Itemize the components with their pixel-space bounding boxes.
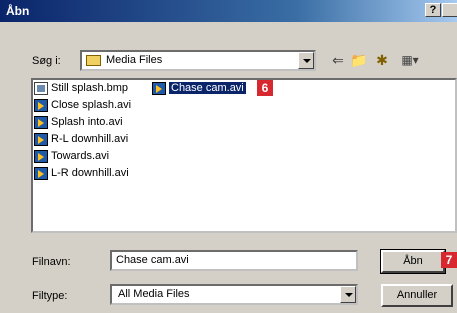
file-name: Close splash.avi (51, 99, 132, 111)
video-file-icon (34, 116, 48, 129)
file-name: L-R downhill.avi (51, 167, 129, 179)
cancel-button[interactable]: Annuller (381, 284, 453, 307)
lookin-value: Media Files (106, 54, 163, 66)
file-name: R-L downhill.avi (51, 133, 129, 145)
title-bar: Åbn ? (0, 0, 457, 22)
chevron-down-icon[interactable] (298, 52, 314, 69)
chevron-down-icon[interactable] (340, 286, 356, 303)
filetype-label: Filtype: (32, 290, 68, 302)
video-file-icon (34, 99, 48, 112)
back-arrow-icon[interactable]: ⇐ (327, 50, 349, 70)
up-folder-icon[interactable]: 📁 (348, 50, 370, 70)
file-name: Chase cam.avi (168, 81, 247, 95)
video-file-icon (34, 150, 48, 163)
filename-value: Chase cam.avi (116, 254, 189, 266)
filetype-value: All Media Files (118, 288, 190, 300)
callout-badge-selection: 6 (257, 80, 273, 96)
open-button[interactable]: Åbn (380, 249, 446, 274)
filetype-select[interactable]: All Media Files (110, 284, 358, 305)
lookin-select[interactable]: Media Files (80, 50, 316, 71)
close-button[interactable] (442, 3, 457, 17)
help-button[interactable]: ? (425, 3, 441, 17)
open-dialog: Åbn ? Søg i: Media Files ⇐ 📁 ✱ ▦▾ Still … (0, 0, 457, 313)
callout-badge-open: 7 (441, 252, 457, 268)
bitmap-file-icon (34, 82, 48, 95)
filename-label: Filnavn: (32, 256, 71, 268)
open-button-label: Åbn (403, 255, 423, 267)
file-list[interactable]: Still splash.bmp Close splash.avi Splash… (31, 78, 457, 233)
lookin-label: Søg i: (32, 55, 61, 67)
view-menu-icon[interactable]: ▦▾ (394, 50, 426, 70)
cancel-button-label: Annuller (396, 289, 438, 301)
video-file-icon (152, 82, 166, 95)
new-folder-icon[interactable]: ✱ (371, 50, 393, 70)
folder-icon (86, 55, 101, 66)
video-file-icon (34, 133, 48, 146)
file-name: Still splash.bmp (51, 82, 129, 94)
filename-field[interactable]: Chase cam.avi (110, 250, 358, 271)
dialog-title: Åbn (6, 4, 30, 18)
file-name: Splash into.avi (51, 116, 123, 128)
file-name: Towards.avi (51, 150, 110, 162)
video-file-icon (34, 167, 48, 180)
